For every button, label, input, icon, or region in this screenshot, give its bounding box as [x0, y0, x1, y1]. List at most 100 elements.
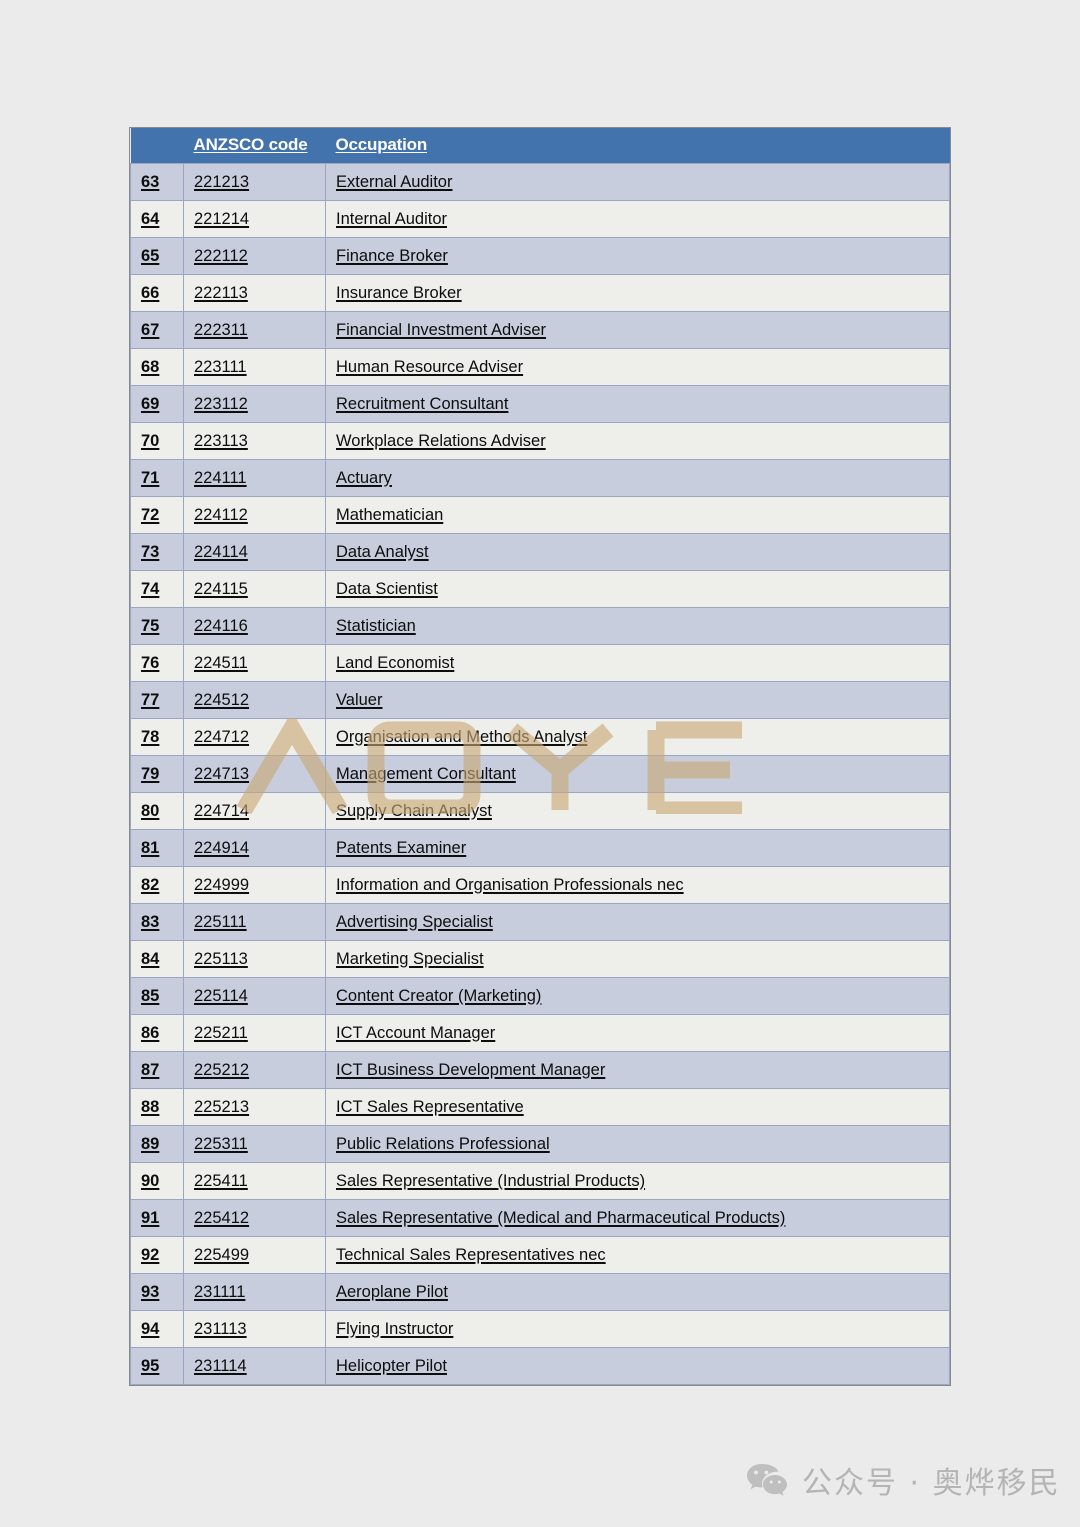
- cell-anzsco-code-text: 224999: [194, 875, 250, 894]
- cell-anzsco-code: 231111: [183, 1273, 326, 1311]
- table-row: 80 224714 Supply Chain Analyst: [130, 792, 950, 830]
- cell-index-text: 71: [141, 468, 160, 487]
- cell-index: 67: [130, 311, 184, 349]
- table-row: 78 224712 Organisation and Methods Analyst: [130, 718, 950, 756]
- cell-occupation: External Auditor: [325, 163, 950, 201]
- table-row: 88 225213 ICT Sales Representative: [130, 1088, 950, 1126]
- cell-index: 79: [130, 755, 184, 793]
- cell-occupation: Land Economist: [325, 644, 950, 682]
- cell-anzsco-code-text: 225212: [194, 1060, 250, 1079]
- cell-occupation: Human Resource Adviser: [325, 348, 950, 386]
- column-header-anzsco-code: ANZSCO code: [183, 128, 326, 164]
- cell-anzsco-code: 224511: [183, 644, 326, 682]
- cell-occupation-text: Aeroplane Pilot: [336, 1282, 448, 1301]
- cell-index-text: 73: [141, 542, 160, 561]
- cell-index: 93: [130, 1273, 184, 1311]
- table-header-row: ANZSCO code Occupation: [130, 128, 950, 164]
- cell-occupation-text: Mathematician: [336, 505, 444, 524]
- table-body: 63 221213 External Auditor 64 221214 Internal…: [130, 163, 950, 1385]
- cell-anzsco-code: 225212: [183, 1051, 326, 1089]
- cell-anzsco-code: 222112: [183, 237, 326, 275]
- cell-occupation-text: Valuer: [336, 690, 383, 709]
- cell-index: 74: [130, 570, 184, 608]
- cell-anzsco-code: 225213: [183, 1088, 326, 1126]
- cell-index-text: 74: [141, 579, 160, 598]
- cell-index-text: 90: [141, 1171, 160, 1190]
- cell-occupation-text: Statistician: [336, 616, 416, 635]
- cell-index-text: 77: [141, 690, 160, 709]
- cell-occupation-text: Sales Representative (Industrial Product…: [336, 1171, 646, 1190]
- cell-occupation-text: Advertising Specialist: [336, 912, 493, 931]
- table-row: 91 225412 Sales Representative (Medical an…: [130, 1199, 950, 1237]
- table-row: 79 224713 Management Consultant: [130, 755, 950, 793]
- cell-index: 94: [130, 1310, 184, 1348]
- table-row: 75 224116 Statistician: [130, 607, 950, 645]
- table-row: 83 225111 Advertising Specialist: [130, 903, 950, 941]
- cell-index-text: 95: [141, 1356, 160, 1375]
- cell-anzsco-code-text: 224112: [194, 505, 248, 524]
- cell-occupation-text: Actuary: [336, 468, 392, 487]
- cell-index: 72: [130, 496, 184, 534]
- table-row: 90 225411 Sales Representative (Industrial…: [130, 1162, 950, 1200]
- cell-index-text: 87: [141, 1060, 160, 1079]
- cell-anzsco-code: 225114: [183, 977, 326, 1015]
- cell-occupation: ICT Sales Representative: [325, 1088, 950, 1126]
- cell-anzsco-code-text: 225499: [194, 1245, 250, 1264]
- cell-occupation: Marketing Specialist: [325, 940, 950, 978]
- cell-occupation-text: Organisation and Methods Analyst: [336, 727, 588, 746]
- cell-occupation-text: Human Resource Adviser: [336, 357, 524, 376]
- cell-occupation-text: Information and Organisation Professiona…: [336, 875, 684, 894]
- cell-index-text: 91: [141, 1208, 160, 1227]
- cell-index: 76: [130, 644, 184, 682]
- column-header-occupation: Occupation: [325, 128, 950, 164]
- cell-anzsco-code: 221214: [183, 200, 326, 238]
- cell-index: 95: [130, 1347, 184, 1385]
- cell-occupation: Flying Instructor: [325, 1310, 950, 1348]
- cell-anzsco-code-text: 224115: [194, 579, 248, 598]
- cell-occupation-text: Helicopter Pilot: [336, 1356, 447, 1375]
- cell-index: 65: [130, 237, 184, 275]
- cell-anzsco-code-text: 224713: [194, 764, 250, 783]
- cell-occupation: Internal Auditor: [325, 200, 950, 238]
- cell-anzsco-code: 224115: [183, 570, 326, 608]
- cell-anzsco-code-text: 221213: [194, 172, 250, 191]
- cell-index-text: 92: [141, 1245, 160, 1264]
- cell-anzsco-code-text: 224712: [194, 727, 250, 746]
- cell-anzsco-code: 231113: [183, 1310, 326, 1348]
- cell-index: 85: [130, 977, 184, 1015]
- cell-anzsco-code: 224111: [183, 459, 326, 497]
- cell-anzsco-code-text: 223112: [194, 394, 248, 413]
- table-row: 76 224511 Land Economist: [130, 644, 950, 682]
- cell-anzsco-code-text: 223113: [194, 431, 248, 450]
- cell-occupation: Statistician: [325, 607, 950, 645]
- cell-occupation-text: Patents Examiner: [336, 838, 467, 857]
- cell-index-text: 88: [141, 1097, 160, 1116]
- cell-anzsco-code-text: 225411: [194, 1171, 248, 1190]
- table-row: 66 222113 Insurance Broker: [130, 274, 950, 312]
- table-row: 72 224112 Mathematician: [130, 496, 950, 534]
- cell-occupation: Helicopter Pilot: [325, 1347, 950, 1385]
- footer-text: 公众号 · 奥烨移民: [802, 1466, 1061, 1501]
- cell-anzsco-code-text: 225111: [194, 912, 247, 931]
- cell-occupation: Advertising Specialist: [325, 903, 950, 941]
- cell-anzsco-code: 222311: [183, 311, 326, 349]
- cell-occupation-text: Finance Broker: [336, 246, 448, 265]
- table-row: 67 222311 Financial Investment Adviser: [130, 311, 950, 349]
- cell-anzsco-code-text: 225113: [194, 949, 248, 968]
- cell-anzsco-code: 225311: [183, 1125, 326, 1163]
- cell-anzsco-code-text: 225311: [194, 1134, 248, 1153]
- cell-occupation-text: Workplace Relations Adviser: [336, 431, 546, 450]
- table-row: 65 222112 Finance Broker: [130, 237, 950, 275]
- cell-anzsco-code-text: 225213: [194, 1097, 250, 1116]
- cell-anzsco-code: 223113: [183, 422, 326, 460]
- cell-index: 66: [130, 274, 184, 312]
- cell-anzsco-code-text: 224714: [194, 801, 250, 820]
- cell-occupation: Information and Organisation Professiona…: [325, 866, 950, 904]
- cell-occupation: Valuer: [325, 681, 950, 719]
- cell-index: 88: [130, 1088, 184, 1126]
- cell-index-text: 70: [141, 431, 160, 450]
- cell-anzsco-code: 225412: [183, 1199, 326, 1237]
- cell-index: 64: [130, 200, 184, 238]
- cell-occupation: Public Relations Professional: [325, 1125, 950, 1163]
- cell-anzsco-code-text: 225412: [194, 1208, 250, 1227]
